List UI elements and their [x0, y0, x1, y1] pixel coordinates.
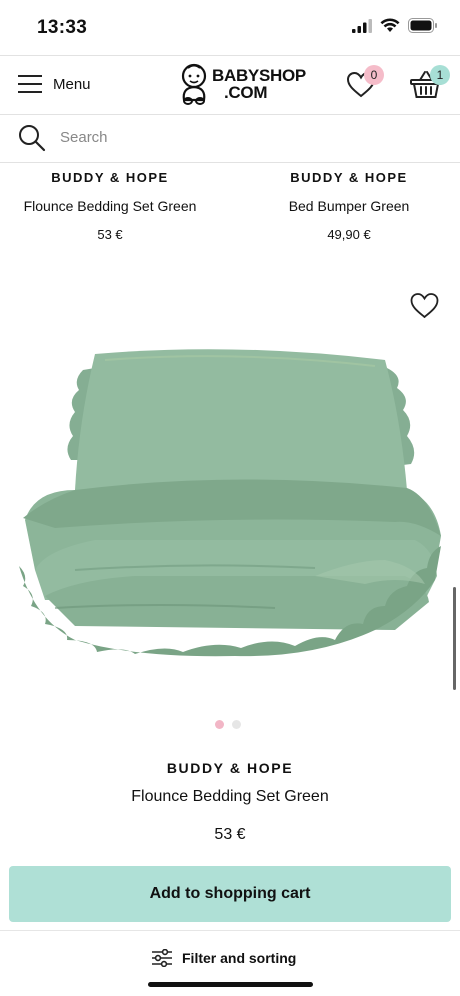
product-price: 49,90 € [327, 227, 371, 242]
hamburger-menu-icon [18, 75, 42, 93]
product-name[interactable]: Flounce Bedding Set Green [0, 788, 460, 806]
product-brand: BUDDY & HOPE [290, 170, 408, 185]
product-image[interactable] [15, 340, 445, 660]
search-icon[interactable] [18, 124, 46, 152]
babyshop-logo[interactable]: BABYSHOP .COM [178, 62, 306, 106]
search-bar [0, 115, 460, 163]
carousel-dot[interactable] [232, 720, 241, 729]
carousel-dot-active[interactable] [215, 720, 224, 729]
product-brand: BUDDY & HOPE [166, 760, 294, 776]
wishlist-count-badge: 0 [364, 65, 384, 85]
filter-sorting-label: Filter and sorting [182, 950, 297, 966]
add-to-cart-button[interactable]: Add to shopping cart [9, 866, 451, 922]
status-icons [352, 18, 438, 33]
product-price: 53 € [214, 826, 246, 843]
menu-label: Menu [53, 75, 91, 93]
product-brand: BUDDY & HOPE [51, 170, 169, 185]
featured-product-info: BUDDY & HOPE Flounce Bedding Set Green 5… [0, 760, 460, 844]
filter-sorting-button[interactable]: Filter and sorting [152, 949, 296, 967]
image-carousel-dots [215, 720, 241, 729]
product-name: Flounce Bedding Set Green [23, 198, 197, 214]
logo-text-line1: BABYSHOP [212, 66, 306, 85]
battery-icon [408, 18, 437, 33]
home-indicator[interactable] [148, 982, 313, 987]
search-input[interactable] [58, 128, 442, 147]
cart-count-badge: 1 [430, 65, 450, 85]
filter-sliders-icon [152, 949, 172, 967]
status-time: 13:33 [37, 17, 88, 38]
product-card[interactable]: BUDDY & HOPE Flounce Bedding Set Green 5… [10, 170, 210, 242]
scrollbar[interactable] [453, 587, 456, 690]
wifi-icon [380, 18, 400, 32]
status-bar: 13:33 [0, 0, 460, 54]
menu-button[interactable]: Menu [18, 73, 91, 95]
logo-text-line2: .COM [224, 83, 268, 102]
product-price: 53 € [97, 227, 123, 242]
cellular-signal-icon [352, 18, 372, 33]
add-to-wishlist-button[interactable] [409, 292, 440, 324]
heart-icon [410, 293, 439, 319]
baby-logo-icon [181, 63, 207, 105]
product-name: Bed Bumper Green [288, 198, 410, 214]
product-card[interactable]: BUDDY & HOPE Bed Bumper Green 49,90 € [249, 170, 449, 242]
top-header: Menu BABYSHOP .COM [0, 55, 460, 115]
